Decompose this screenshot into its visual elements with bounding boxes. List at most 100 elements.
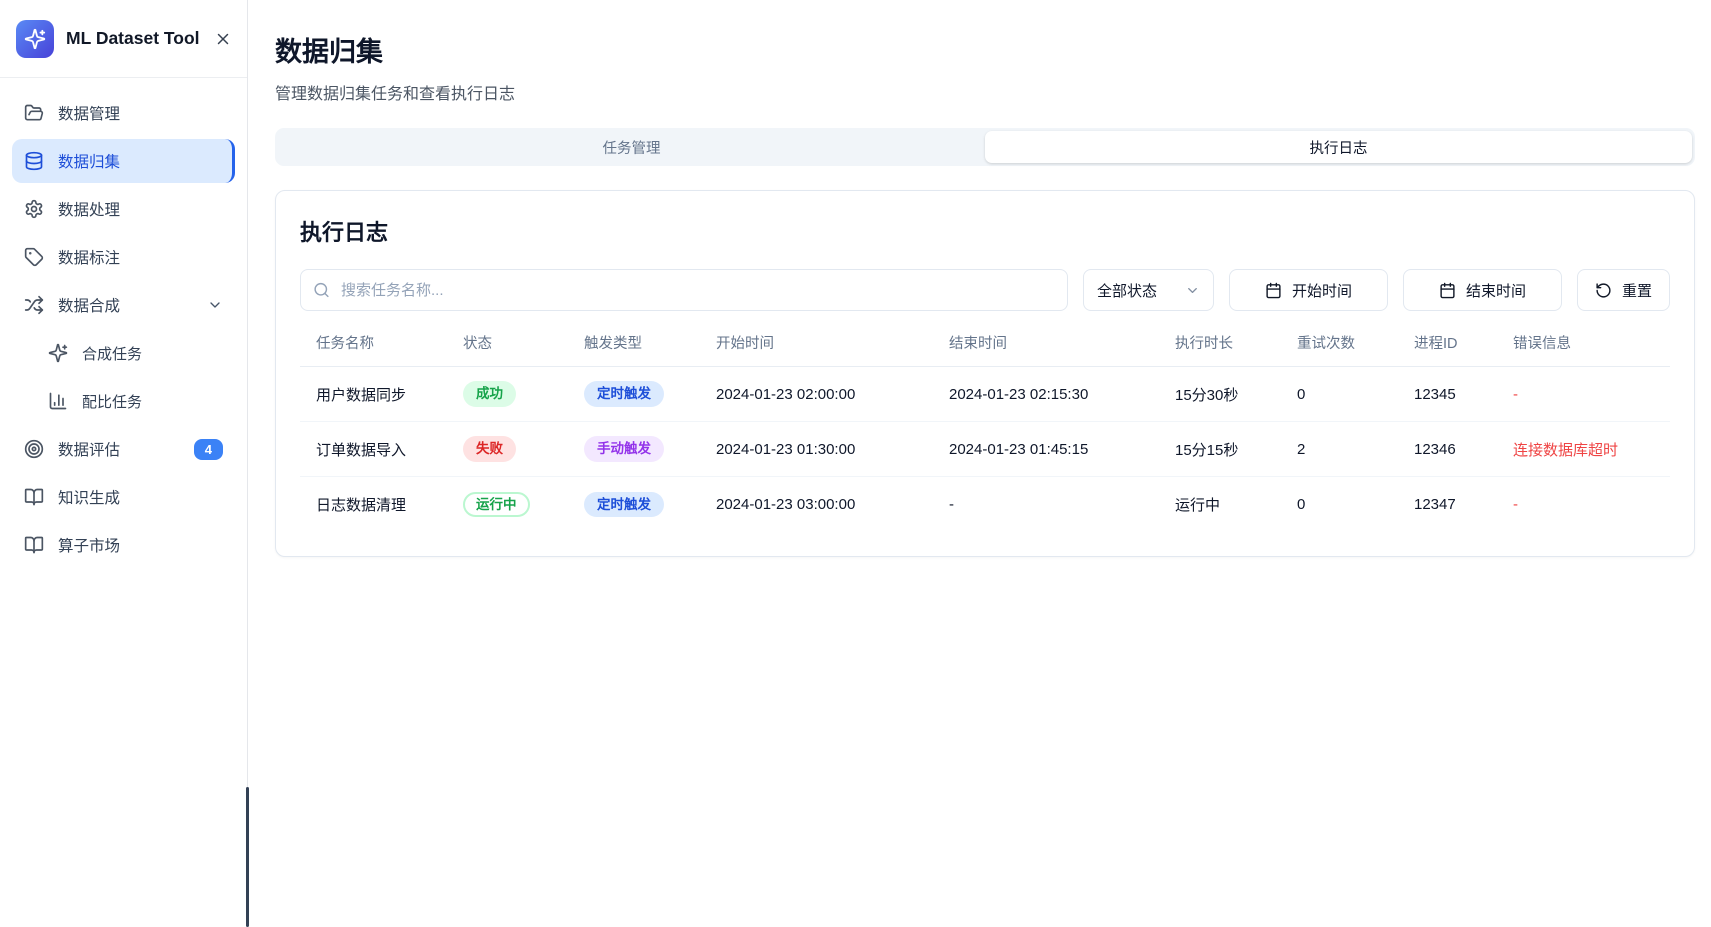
target-icon bbox=[24, 439, 44, 459]
logs-table: 任务名称 状态 触发类型 开始时间 结束时间 执行时长 重试次数 进程ID 错误… bbox=[300, 317, 1670, 532]
start-time-cell: 2024-01-23 02:00:00 bbox=[708, 367, 941, 422]
sidebar-scrollbar-thumb[interactable] bbox=[246, 787, 249, 927]
start-time-cell: 2024-01-23 01:30:00 bbox=[708, 422, 941, 477]
sidebar-item-ratio-tasks[interactable]: 配比任务 bbox=[36, 379, 235, 423]
execution-logs-panel: 执行日志 全部状态 bbox=[275, 190, 1695, 557]
status-filter-select[interactable]: 全部状态 bbox=[1083, 269, 1214, 311]
duration-cell: 15分15秒 bbox=[1167, 422, 1289, 477]
chevron-down-icon bbox=[1185, 283, 1200, 298]
panel-title: 执行日志 bbox=[300, 215, 1670, 247]
search-field bbox=[300, 269, 1068, 311]
table-row: 用户数据同步 成功 定时触发 2024-01-23 02:00:00 2024-… bbox=[300, 367, 1670, 422]
app-window: ML Dataset Tool 数据管理 数据归集 bbox=[0, 0, 1711, 927]
reset-button[interactable]: 重置 bbox=[1577, 269, 1670, 311]
column-header: 错误信息 bbox=[1505, 317, 1670, 367]
end-time-cell: 2024-01-23 01:45:15 bbox=[941, 422, 1167, 477]
sidebar-header: ML Dataset Tool bbox=[0, 0, 247, 78]
main-content: 数据归集 管理数据归集任务和查看执行日志 任务管理 执行日志 执行日志 全部状态 bbox=[248, 0, 1711, 927]
search-input[interactable] bbox=[300, 269, 1068, 311]
book-open-icon bbox=[24, 535, 44, 555]
column-header: 开始时间 bbox=[708, 317, 941, 367]
error-message-cell: - bbox=[1505, 367, 1670, 422]
sidebar-item-label: 数据合成 bbox=[58, 294, 120, 316]
search-icon bbox=[313, 282, 330, 299]
status-filter-value: 全部状态 bbox=[1097, 280, 1157, 301]
end-time-button[interactable]: 结束时间 bbox=[1403, 269, 1562, 311]
sidebar-item-label: 知识生成 bbox=[58, 486, 120, 508]
calendar-icon bbox=[1439, 282, 1456, 299]
sidebar: ML Dataset Tool 数据管理 数据归集 bbox=[0, 0, 248, 927]
process-id-cell: 12346 bbox=[1406, 422, 1505, 477]
table-row: 订单数据导入 失败 手动触发 2024-01-23 01:30:00 2024-… bbox=[300, 422, 1670, 477]
duration-cell: 运行中 bbox=[1167, 477, 1289, 532]
app-logo bbox=[16, 20, 54, 58]
process-id-cell: 12345 bbox=[1406, 367, 1505, 422]
sidebar-item-data-collection[interactable]: 数据归集 bbox=[12, 139, 235, 183]
start-time-label: 开始时间 bbox=[1292, 280, 1352, 301]
tab-execution-logs[interactable]: 执行日志 bbox=[985, 131, 1692, 163]
sidebar-item-label: 数据管理 bbox=[58, 102, 120, 124]
column-header: 任务名称 bbox=[300, 317, 455, 367]
sidebar-item-label: 合成任务 bbox=[82, 343, 142, 364]
folder-open-icon bbox=[24, 103, 44, 123]
gear-icon bbox=[24, 199, 44, 219]
column-header: 进程ID bbox=[1406, 317, 1505, 367]
sidebar-nav: 数据管理 数据归集 数据处理 bbox=[0, 78, 247, 567]
table-row: 日志数据清理 运行中 定时触发 2024-01-23 03:00:00 - 运行… bbox=[300, 477, 1670, 532]
task-name-cell: 订单数据导入 bbox=[300, 422, 455, 477]
sidebar-item-label: 数据归集 bbox=[58, 150, 120, 172]
trigger-badge: 手动触发 bbox=[584, 436, 664, 462]
duration-cell: 15分30秒 bbox=[1167, 367, 1289, 422]
end-time-label: 结束时间 bbox=[1466, 280, 1526, 301]
column-header: 重试次数 bbox=[1289, 317, 1406, 367]
task-name-cell: 日志数据清理 bbox=[300, 477, 455, 532]
sparkles-icon bbox=[48, 343, 68, 363]
error-message-cell: - bbox=[1505, 477, 1670, 532]
sidebar-item-data-management[interactable]: 数据管理 bbox=[12, 91, 235, 135]
retry-count-cell: 2 bbox=[1289, 422, 1406, 477]
sidebar-item-knowledge-generation[interactable]: 知识生成 bbox=[12, 475, 235, 519]
start-time-button[interactable]: 开始时间 bbox=[1229, 269, 1388, 311]
sidebar-item-data-labeling[interactable]: 数据标注 bbox=[12, 235, 235, 279]
rotate-ccw-icon bbox=[1595, 282, 1612, 299]
column-header: 触发类型 bbox=[576, 317, 708, 367]
end-time-cell: - bbox=[941, 477, 1167, 532]
retry-count-cell: 0 bbox=[1289, 477, 1406, 532]
app-title: ML Dataset Tool bbox=[66, 28, 200, 49]
sidebar-item-data-synthesis[interactable]: 数据合成 bbox=[12, 283, 235, 327]
sidebar-item-operator-market[interactable]: 算子市场 bbox=[12, 523, 235, 567]
end-time-cell: 2024-01-23 02:15:30 bbox=[941, 367, 1167, 422]
task-name-cell: 用户数据同步 bbox=[300, 367, 455, 422]
book-open-icon bbox=[24, 487, 44, 507]
process-id-cell: 12347 bbox=[1406, 477, 1505, 532]
status-badge: 失败 bbox=[463, 436, 516, 462]
sidebar-item-label: 配比任务 bbox=[82, 391, 142, 412]
filter-bar: 全部状态 开始时间 结 bbox=[300, 269, 1670, 311]
calendar-icon bbox=[1265, 282, 1282, 299]
sidebar-item-label: 数据标注 bbox=[58, 246, 120, 268]
sidebar-item-synthesis-tasks[interactable]: 合成任务 bbox=[36, 331, 235, 375]
sidebar-item-label: 算子市场 bbox=[58, 534, 120, 556]
page-title: 数据归集 bbox=[275, 30, 1695, 69]
tab-task-management[interactable]: 任务管理 bbox=[278, 131, 985, 163]
sidebar-item-label: 数据处理 bbox=[58, 198, 120, 220]
sparkles-icon bbox=[24, 28, 46, 50]
status-badge: 成功 bbox=[463, 381, 516, 407]
chevron-down-icon bbox=[207, 297, 223, 313]
retry-count-cell: 0 bbox=[1289, 367, 1406, 422]
tab-bar: 任务管理 执行日志 bbox=[275, 128, 1695, 166]
notification-badge: 4 bbox=[194, 439, 223, 460]
sidebar-item-data-evaluation[interactable]: 数据评估 4 bbox=[12, 427, 235, 471]
sidebar-close-button[interactable] bbox=[212, 28, 234, 50]
tag-icon bbox=[24, 247, 44, 267]
database-icon bbox=[24, 151, 44, 171]
status-badge: 运行中 bbox=[463, 492, 530, 518]
sidebar-item-label: 数据评估 bbox=[58, 438, 120, 460]
close-icon bbox=[214, 30, 232, 48]
page-subtitle: 管理数据归集任务和查看执行日志 bbox=[275, 80, 1695, 104]
column-header: 结束时间 bbox=[941, 317, 1167, 367]
trigger-badge: 定时触发 bbox=[584, 381, 664, 407]
sidebar-item-data-processing[interactable]: 数据处理 bbox=[12, 187, 235, 231]
column-header: 状态 bbox=[455, 317, 576, 367]
column-header: 执行时长 bbox=[1167, 317, 1289, 367]
